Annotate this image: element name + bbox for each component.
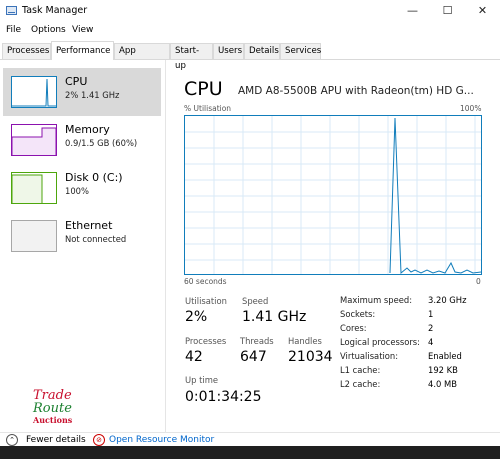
memory-mini-graph-line — [11, 127, 57, 155]
spec-label: L1 cache: — [340, 365, 381, 375]
memory-mini-graph — [11, 124, 57, 156]
resource-monitor-icon: ⊘ — [93, 434, 105, 446]
menu-bar: File Options View — [0, 22, 500, 40]
spec-value: 2 — [428, 323, 434, 333]
tab-processes[interactable]: Processes — [2, 43, 51, 59]
graph-y-label: % Utilisation — [184, 104, 232, 113]
logo-line-2: Route — [33, 401, 72, 416]
utilisation-value: 2% — [185, 309, 208, 325]
sidebar-item-memory[interactable]: Memory 0.9/1.5 GB (60%) — [3, 116, 161, 164]
speed-label: Speed — [242, 296, 269, 306]
tab-details[interactable]: Details — [244, 43, 280, 59]
tab-performance[interactable]: Performance — [51, 41, 114, 60]
menu-file[interactable]: File — [6, 25, 21, 35]
disk-mini-graph-line — [11, 174, 43, 203]
spec-label: Maximum speed: — [340, 295, 413, 305]
window-title: Task Manager — [22, 5, 88, 16]
spec-label: Cores: — [340, 323, 367, 333]
uptime-label: Up time — [185, 375, 219, 385]
threads-value: 647 — [240, 349, 267, 365]
spec-label: L2 cache: — [340, 379, 381, 389]
sidebar-item-disk[interactable]: Disk 0 (C:) 100% — [3, 164, 161, 212]
sidebar-item-label: Memory — [65, 123, 110, 136]
sidebar-item-sub: 0.9/1.5 GB (60%) — [65, 138, 138, 148]
tab-startup[interactable]: Start-up — [170, 43, 213, 71]
cpu-mini-graph-line — [12, 78, 56, 107]
spec-label: Virtualisation: — [340, 351, 399, 361]
graph-gridlines — [185, 116, 481, 274]
graph-x-label: 60 seconds — [184, 277, 227, 286]
threads-label: Threads — [240, 336, 274, 346]
sidebar-item-label: Disk 0 (C:) — [65, 171, 123, 184]
tab-app-history[interactable]: App history — [114, 43, 170, 71]
spec-value: 1 — [428, 309, 434, 319]
menu-options[interactable]: Options — [31, 25, 66, 35]
sidebar-item-sub: 100% — [65, 186, 89, 196]
spec-value: Enabled — [428, 351, 462, 361]
speed-value: 1.41 GHz — [242, 309, 307, 325]
handles-value: 21034 — [288, 349, 333, 365]
handles-label: Handles — [288, 336, 322, 346]
spec-label: Sockets: — [340, 309, 376, 319]
sidebar-item-sub: Not connected — [65, 234, 127, 244]
tab-users[interactable]: Users — [213, 43, 244, 59]
utilisation-label: Utilisation — [185, 296, 227, 306]
spec-value: 192 KB — [428, 365, 458, 375]
performance-sidebar: CPU 2% 1.41 GHz Memory 0.9/1.5 GB (60%) … — [0, 60, 166, 432]
spec-value: 4 — [428, 337, 434, 347]
trade-route-logo: Trade Route Auctions — [33, 389, 93, 432]
processes-label: Processes — [185, 336, 227, 346]
title-bar: Task Manager — ☐ ✕ — [0, 0, 500, 22]
graph-y-min: 0 — [476, 277, 481, 286]
task-manager-icon — [6, 6, 17, 15]
sidebar-item-sub: 2% 1.41 GHz — [65, 90, 120, 100]
maximize-button[interactable]: ☐ — [430, 0, 465, 22]
page-title: CPU — [184, 78, 223, 100]
taskbar — [0, 446, 500, 459]
menu-view[interactable]: View — [72, 25, 93, 35]
sidebar-item-label: Ethernet — [65, 219, 113, 232]
cpu-mini-graph — [11, 76, 57, 108]
sidebar-item-ethernet[interactable]: Ethernet Not connected — [3, 212, 161, 260]
open-resource-monitor-link[interactable]: Open Resource Monitor — [109, 435, 214, 445]
graph-y-max: 100% — [460, 104, 482, 113]
cpu-utilisation-graph — [184, 115, 482, 275]
fewer-details-link[interactable]: Fewer details — [26, 435, 86, 445]
ethernet-mini-graph — [11, 220, 57, 252]
cpu-graph-svg — [185, 116, 482, 275]
processes-value: 42 — [185, 349, 203, 365]
close-button[interactable]: ✕ — [465, 0, 500, 22]
tab-strip: Processes Performance App history Start-… — [0, 41, 500, 71]
spec-value: 3.20 GHz — [428, 295, 467, 305]
spec-value: 4.0 MB — [428, 379, 457, 389]
spec-label: Logical processors: — [340, 337, 420, 347]
minimize-button[interactable]: — — [395, 0, 430, 22]
cpu-model-name: AMD A8-5500B APU with Radeon(tm) HD G... — [238, 85, 474, 97]
tab-services[interactable]: Services — [280, 43, 321, 59]
uptime-value: 0:01:34:25 — [185, 389, 262, 405]
chevron-up-icon[interactable]: ⌃ — [6, 434, 18, 446]
disk-mini-graph — [11, 172, 57, 204]
logo-line-3: Auctions — [33, 415, 73, 425]
sidebar-item-label: CPU — [65, 75, 88, 88]
sidebar-item-cpu[interactable]: CPU 2% 1.41 GHz — [3, 68, 161, 116]
